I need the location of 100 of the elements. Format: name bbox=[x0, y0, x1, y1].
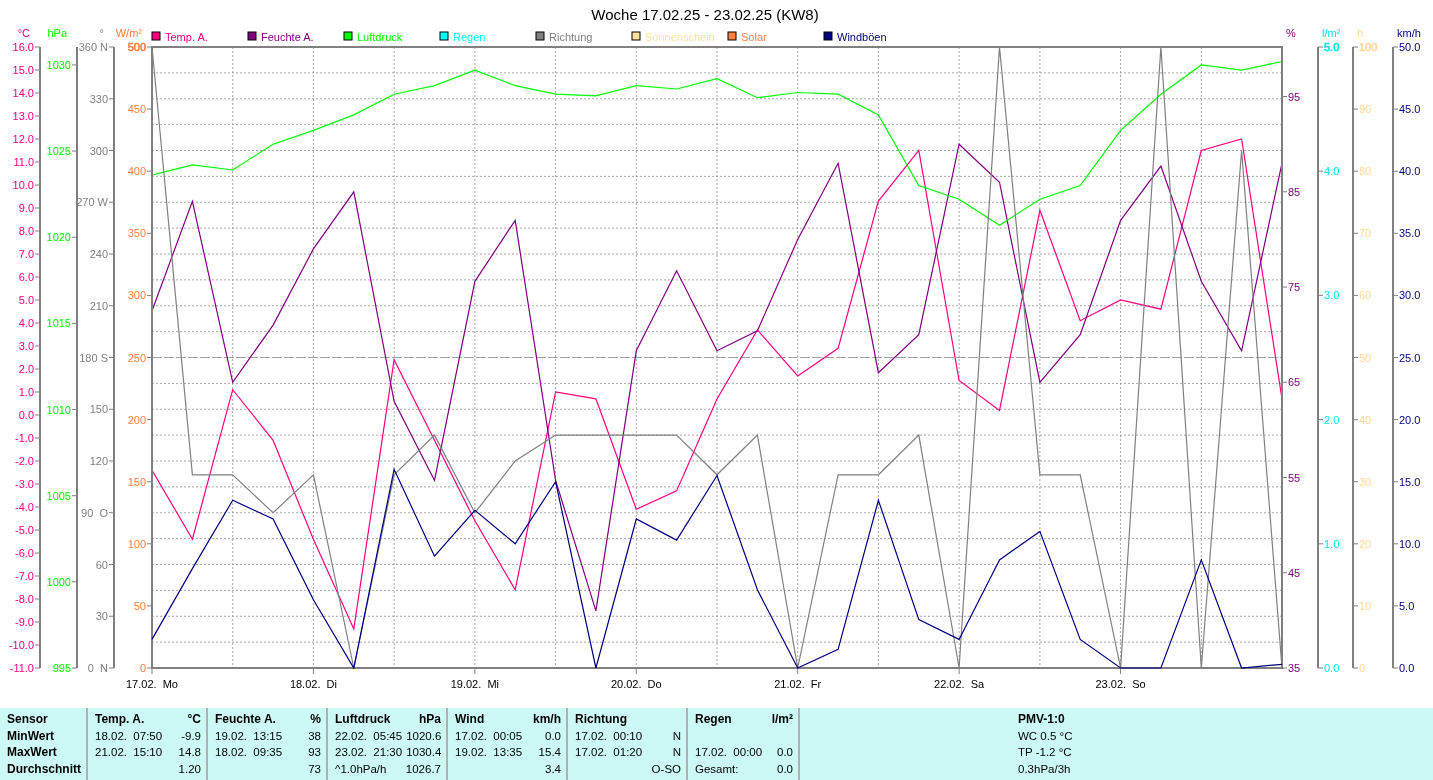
axis-tick-label: 1030 bbox=[46, 58, 71, 71]
axis-tick-label: 1025 bbox=[46, 145, 71, 158]
axis-tick-label: 70 bbox=[1359, 227, 1372, 240]
unit-label: °C bbox=[187, 712, 201, 727]
axis-tick-label: 9.0 bbox=[18, 202, 34, 214]
axis-tick-label: 20 bbox=[1359, 537, 1372, 550]
axis-unit-label: h bbox=[1357, 27, 1364, 39]
axis-unit-label: W/m² bbox=[115, 27, 142, 39]
axis-tick-label: 5.0 bbox=[1324, 41, 1340, 53]
stat-value: 38 bbox=[308, 729, 321, 742]
axis-tick-label: 95 bbox=[1288, 90, 1301, 103]
axis-tick-label: 12.0 bbox=[12, 133, 34, 145]
axis-tick-label: 1.0 bbox=[18, 386, 34, 398]
axis-tick-label: 90 bbox=[1359, 103, 1372, 116]
axis-tick-label: 100 bbox=[1359, 41, 1378, 53]
row-label: Durchschnitt bbox=[7, 761, 81, 776]
axis-tick-label: 10.0 bbox=[1399, 537, 1421, 550]
legend-label: Temp. A. bbox=[165, 31, 208, 43]
axis-tick-label: 3.0 bbox=[18, 340, 34, 352]
axis-tick-label: 8.0 bbox=[18, 225, 34, 237]
legend-label: Luftdruck bbox=[357, 31, 403, 43]
legend-label: Regen bbox=[453, 31, 486, 43]
axis-tick-label: 75 bbox=[1288, 281, 1301, 293]
stat-value: 0.0 bbox=[777, 762, 793, 775]
timestamp: 23.02. 21:30 bbox=[335, 746, 403, 759]
timestamp: Gesamt: bbox=[695, 762, 739, 775]
legend-label: Feuchte A. bbox=[261, 31, 314, 43]
axis-tick-label: 995 bbox=[52, 662, 71, 674]
axis-tick-label: -4.0 bbox=[15, 501, 34, 513]
axis-tick-label: 0 bbox=[1359, 662, 1366, 674]
axis-tick-label: 5.0 bbox=[1399, 599, 1415, 612]
axis-tick-label: 45.0 bbox=[1399, 103, 1421, 116]
axis-tick-label: 90 O bbox=[81, 506, 108, 519]
axis-tick-label: 20.0 bbox=[1399, 413, 1421, 426]
axis-tick-label: 1020 bbox=[46, 231, 71, 244]
row-label: MaxWert bbox=[7, 745, 57, 760]
axis-tick-label: -9.0 bbox=[15, 616, 34, 628]
axis-tick-label: 1.0 bbox=[1324, 537, 1340, 550]
axis-tick-label: 0 bbox=[139, 662, 146, 674]
column-header: Temp. A. bbox=[95, 712, 145, 727]
unit-label: % bbox=[310, 712, 321, 727]
axis-unit-label: ° bbox=[99, 27, 104, 39]
row-label: MinWert bbox=[7, 728, 55, 743]
unit-label: km/h bbox=[533, 712, 561, 727]
axis-tick-label: 13.0 bbox=[12, 110, 34, 122]
axis-unit-label: l/m² bbox=[1322, 27, 1341, 39]
stat-value: 3.4 bbox=[545, 762, 561, 775]
axis-tick-label: 210 bbox=[89, 299, 108, 312]
axis-tick-label: 30 bbox=[1359, 475, 1372, 488]
x-axis-label: 19.02. Mi bbox=[450, 678, 499, 690]
axis-tick-label: 16.0 bbox=[12, 41, 34, 53]
axis-tick-label: 360 N bbox=[78, 41, 108, 53]
axis-tick-label: 200 bbox=[127, 413, 146, 426]
axis-tick-label: -6.0 bbox=[15, 547, 34, 559]
stat-value: 14.8 bbox=[178, 746, 201, 759]
legend-label: Solar bbox=[741, 31, 767, 43]
x-axis-label: 23.02. So bbox=[1095, 678, 1146, 690]
axis-tick-label: -1.0 bbox=[15, 432, 34, 444]
axis-tick-label: 4.0 bbox=[18, 317, 34, 329]
axis-tick-label: 5.0 bbox=[18, 294, 34, 306]
axis-tick-label: 35.0 bbox=[1399, 227, 1421, 240]
x-axis-label: 18.02. Di bbox=[289, 678, 337, 690]
pmv-value: TP -1.2 °C bbox=[1018, 746, 1072, 759]
axis-tick-label: 300 bbox=[127, 289, 146, 302]
axis-tick-label: 35 bbox=[1288, 662, 1301, 674]
timestamp: 18.02. 09:35 bbox=[215, 746, 283, 759]
axis-unit-label: °C bbox=[17, 27, 30, 39]
stat-value: 0.0 bbox=[545, 729, 561, 742]
axis-tick-label: 500 bbox=[127, 41, 146, 53]
timestamp: 21.02. 15:10 bbox=[95, 746, 163, 759]
axis-tick-label: 55 bbox=[1288, 471, 1301, 484]
axis-tick-label: 150 bbox=[127, 475, 146, 488]
legend-label: Sonnenschein bbox=[645, 31, 715, 43]
pmv-title: PMV-1:0 bbox=[1018, 712, 1065, 727]
axis-unit-label: km/h bbox=[1397, 27, 1421, 39]
pmv-value: WC 0.5 °C bbox=[1018, 729, 1073, 742]
axis-tick-label: 45 bbox=[1288, 566, 1301, 579]
axis-tick-label: 300 bbox=[89, 144, 108, 157]
stat-value: N bbox=[672, 729, 681, 742]
axis-tick-label: 250 bbox=[127, 351, 146, 364]
axis-tick-label: 60 bbox=[1359, 289, 1372, 302]
axis-tick-label: 30 bbox=[95, 610, 108, 623]
axis-tick-label: -11.0 bbox=[9, 662, 34, 674]
timestamp: 17.02. 01:20 bbox=[575, 746, 643, 759]
axis-unit-label: % bbox=[1286, 27, 1296, 39]
axis-tick-label: -7.0 bbox=[15, 570, 34, 582]
axis-tick-label: -2.0 bbox=[15, 455, 34, 467]
axis-tick-label: 330 bbox=[89, 92, 108, 105]
axis-tick-label: 60 bbox=[95, 558, 108, 571]
stat-value: 1030.4 bbox=[406, 746, 442, 759]
axis-tick-label: 180 S bbox=[79, 351, 108, 364]
timestamp: ^1.0hPa/h bbox=[335, 762, 387, 775]
axis-unit-label: hPa bbox=[47, 27, 67, 39]
axis-tick-label: 10 bbox=[1359, 599, 1372, 612]
axis-tick-label: 50 bbox=[133, 599, 146, 612]
axis-tick-label: 14.0 bbox=[12, 87, 34, 99]
axis-tick-label: 15.0 bbox=[12, 64, 34, 76]
timestamp: 17.02. 00:00 bbox=[695, 746, 763, 759]
axis-tick-label: 15.0 bbox=[1399, 475, 1421, 488]
axis-tick-label: 2.0 bbox=[18, 363, 34, 375]
